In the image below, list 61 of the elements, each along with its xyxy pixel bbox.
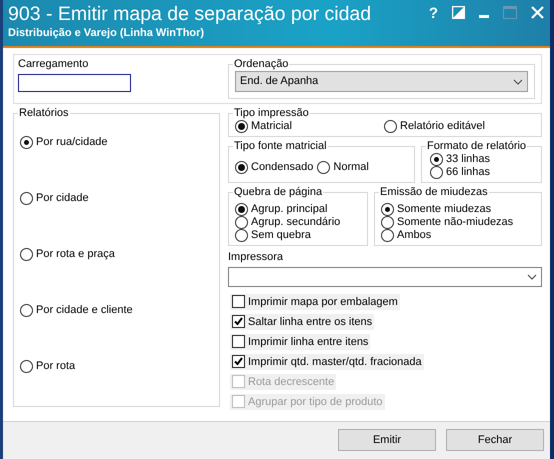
radio-button[interactable]: Normal: [317, 160, 369, 174]
checkbox[interactable]: Imprimir linha entre itens: [230, 334, 370, 350]
radio-button[interactable]: 66 linhas: [430, 166, 535, 179]
group-label: Ordenação: [233, 58, 290, 71]
radio-circle[interactable]: [317, 160, 330, 174]
radio-button[interactable]: Agrup. secundário: [235, 216, 361, 229]
chevron-icon: [527, 274, 537, 280]
radio-circle[interactable]: [430, 152, 443, 166]
radio-button[interactable]: Ambos: [381, 228, 535, 242]
chevron-icon: [513, 78, 523, 84]
field-label: Carregamento: [18, 58, 88, 71]
help-button[interactable]: ?: [428, 6, 438, 22]
radio-circle[interactable]: [381, 228, 394, 242]
radio-circle[interactable]: [20, 304, 33, 317]
check-icon: [233, 316, 244, 328]
radio-circle[interactable]: [235, 228, 248, 242]
radio-circle[interactable]: [20, 360, 33, 373]
radio-circle[interactable]: [20, 248, 33, 261]
radio-circle[interactable]: [20, 192, 33, 205]
group-label: Tipo impressão: [233, 106, 310, 120]
checkbox[interactable]: Saltar linha entre os itens: [230, 314, 374, 330]
group-label: Tipo fonte matricial: [233, 140, 328, 153]
dropdown[interactable]: End. de Apanha: [235, 71, 528, 92]
radio-button[interactable]: Por rua/cidade: [20, 136, 213, 149]
radio-button[interactable]: Por rota: [20, 360, 213, 373]
radio-button[interactable]: 33 linhas: [430, 152, 535, 166]
group-label: Emissão de miudezas: [379, 186, 489, 199]
checkbox[interactable]: Imprimir qtd. master/qtd. fracionada: [230, 354, 424, 370]
restore-icon[interactable]: [452, 6, 465, 19]
radio-circle[interactable]: [384, 120, 397, 133]
window-subtitle: Distribuição e Varejo (Linha WinThor): [8, 26, 206, 40]
radio-button[interactable]: Por cidade: [20, 192, 213, 205]
check-icon: [233, 356, 244, 368]
radio-button[interactable]: Por rota e praça: [20, 248, 213, 261]
group-label: Relatórios: [18, 106, 70, 120]
input-field[interactable]: [18, 74, 131, 92]
radio-button[interactable]: Relatório editável: [384, 120, 485, 133]
radio-circle[interactable]: [20, 136, 33, 149]
radio-circle[interactable]: [381, 202, 394, 216]
field-label: Impressora: [228, 250, 284, 264]
radio-circle[interactable]: [235, 120, 248, 133]
dropdown[interactable]: [228, 266, 542, 287]
close-icon[interactable]: [531, 6, 544, 19]
radio-circle[interactable]: [430, 166, 443, 179]
radio-circle[interactable]: [235, 216, 248, 229]
radio-circle[interactable]: [235, 160, 248, 174]
radio-button[interactable]: Sem quebra: [235, 228, 361, 242]
radio-button[interactable]: Matricial: [235, 120, 292, 133]
radio-button[interactable]: Agrup. principal: [235, 202, 361, 216]
dialog-button[interactable]: Fechar: [446, 429, 544, 451]
group-label: Formato de relatório: [426, 140, 528, 153]
radio-button[interactable]: Condensado: [235, 160, 314, 174]
window-title: 903 - Emitir mapa de separação por cidad: [8, 2, 372, 26]
radio-circle[interactable]: [381, 216, 394, 229]
radio-button[interactable]: Somente não-miudezas: [381, 216, 535, 229]
radio-circle[interactable]: [235, 202, 248, 216]
dialog-button[interactable]: Emitir: [338, 429, 436, 451]
checkbox[interactable]: Imprimir mapa por embalagem: [230, 294, 400, 310]
radio-button[interactable]: Por cidade e cliente: [20, 304, 213, 317]
radio-button[interactable]: Somente miudezas: [381, 202, 535, 216]
group-label: Quebra de página: [233, 186, 324, 199]
